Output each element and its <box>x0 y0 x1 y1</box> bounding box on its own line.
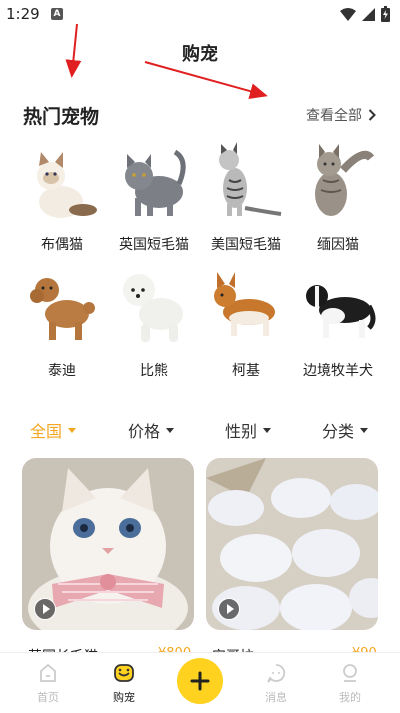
caret-down-icon <box>166 427 175 433</box>
filter-label: 分类 <box>322 422 355 441</box>
tab-label: 购宠 <box>113 691 135 704</box>
section-title: 热门宠物 <box>23 106 100 128</box>
play-icon[interactable] <box>34 598 56 620</box>
border-collie-dog-image <box>306 285 376 338</box>
pet-name: 比熊 <box>140 363 168 379</box>
pet-item-maine-coon[interactable]: 缅因猫 <box>292 140 384 254</box>
pet-item-american-shorthair[interactable]: 美国短毛猫 <box>200 140 292 254</box>
tab-label: 首页 <box>37 691 59 704</box>
pet-name: 柯基 <box>232 363 260 379</box>
listing-card[interactable] <box>22 458 194 630</box>
filter-label: 性别 <box>225 422 258 441</box>
home-icon <box>40 663 56 682</box>
pet-item-bichon[interactable]: 比熊 <box>108 266 200 380</box>
page-title: 购宠 <box>182 44 218 65</box>
pet-name: 边境牧羊犬 <box>303 363 373 379</box>
play-icon[interactable] <box>218 598 240 620</box>
pet-face-icon <box>114 664 134 682</box>
publish-button[interactable] <box>177 658 223 704</box>
tab-messages[interactable]: 消息 <box>246 661 306 705</box>
view-all-link[interactable]: 查看全部 <box>306 105 376 125</box>
british-shorthair-cat-image <box>125 149 186 216</box>
chevron-right-icon <box>368 109 376 121</box>
view-all-label: 查看全部 <box>306 108 362 124</box>
tab-home[interactable]: 首页 <box>18 661 78 705</box>
pet-item-teddy[interactable]: 泰迪 <box>16 266 108 380</box>
pet-name: 美国短毛猫 <box>211 237 281 253</box>
pet-name: 布偶猫 <box>41 237 83 253</box>
user-icon <box>343 664 357 682</box>
listing-card[interactable] <box>206 458 378 630</box>
filter-label: 价格 <box>128 422 161 441</box>
filter-price[interactable]: 价格 <box>128 418 175 442</box>
message-icon <box>267 664 286 683</box>
caret-down-icon <box>263 427 272 433</box>
pet-name: 英国短毛猫 <box>119 237 189 253</box>
bichon-dog-image <box>123 274 183 342</box>
tab-buy-pets[interactable]: 购宠 <box>94 661 154 705</box>
caret-down-icon <box>360 427 369 433</box>
american-shorthair-cat-image <box>219 142 282 216</box>
caret-down-icon <box>68 427 77 433</box>
pet-item-corgi[interactable]: 柯基 <box>200 266 292 380</box>
ragdoll-cat-image <box>37 152 97 218</box>
annotation-arrow-right <box>144 61 268 99</box>
tab-profile[interactable]: 我的 <box>320 661 380 705</box>
corgi-dog-image <box>214 272 275 336</box>
filter-region[interactable]: 全国 <box>30 418 77 442</box>
pet-item-ragdoll[interactable]: 布偶猫 <box>16 140 108 254</box>
tab-label: 我的 <box>339 691 361 704</box>
pet-item-british-shorthair[interactable]: 英国短毛猫 <box>108 140 200 254</box>
pet-name: 泰迪 <box>48 363 76 379</box>
pet-name: 缅因猫 <box>317 237 359 253</box>
teddy-dog-image <box>30 278 95 340</box>
filter-category[interactable]: 分类 <box>322 418 369 442</box>
filter-label: 全国 <box>30 422 63 441</box>
maine-coon-cat-image <box>315 144 375 216</box>
filter-bar: 全国 价格 性别 分类 <box>0 418 400 442</box>
plus-icon <box>190 671 210 691</box>
tab-label: 消息 <box>265 691 287 704</box>
filter-gender[interactable]: 性别 <box>225 418 272 442</box>
pet-item-border-collie[interactable]: 边境牧羊犬 <box>292 266 384 380</box>
